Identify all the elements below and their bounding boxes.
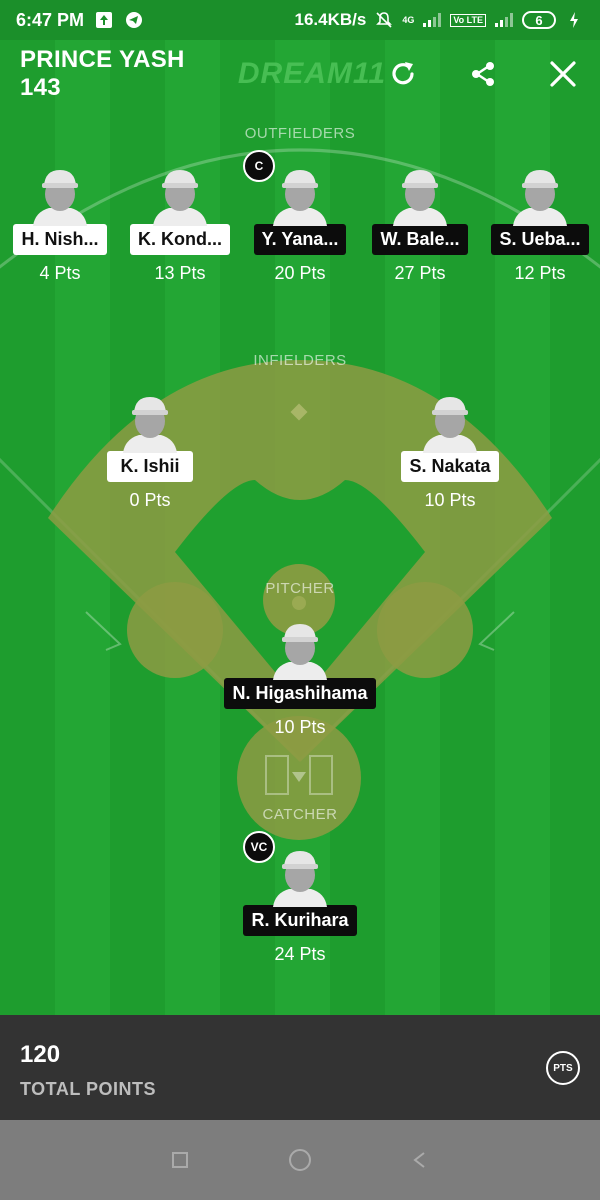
player-points: 4 Pts [39,263,81,283]
player-card[interactable]: R. Kurihara 24 Pts [240,845,360,965]
status-time: 6:47 PM [16,9,85,30]
points-footer: 120 TOTAL POINTS PTS [0,1015,600,1120]
player-name: S. Ueba... [491,224,589,255]
mute-bell-icon [374,10,394,30]
recents-icon [172,1152,188,1168]
player-name: R. Kurihara [243,905,357,936]
brand-logo: DREAM11 [237,57,386,90]
player-card[interactable]: S. Nakata 10 Pts [390,391,510,511]
player-card[interactable]: K. Ishii 0 Pts [90,391,210,511]
pitcher-label: PITCHER [265,580,335,597]
close-icon [550,61,576,87]
points-button[interactable]: PTS [546,1051,580,1085]
network-type: 4G [402,14,415,25]
player-name: H. Nish... [13,224,107,255]
player-name: K. Ishii [107,451,193,482]
player-name: K. Kond... [130,224,230,255]
player-points: 13 Pts [154,263,206,283]
status-bar: 6:47 PM 16.4KB/s 4G Vo LTE 6 [0,0,600,40]
volte-badge: Vo LTE [450,13,486,27]
player-points: 0 Pts [129,490,171,510]
total-points-label: TOTAL POINTS [20,1079,157,1099]
player-name: Y. Yana... [253,224,347,255]
network-speed: 16.4KB/s [294,10,367,29]
player-points: 20 Pts [274,263,326,283]
player-avatar [265,845,335,907]
player-avatar [385,164,455,226]
battery-icon: 6 [522,11,556,29]
player-avatar [505,164,575,226]
player-card[interactable]: Y. Yana... 20 Pts [240,164,360,284]
back-button[interactable] [407,1147,433,1173]
team-header: PRINCE YASH 143 DREAM11 [0,40,600,108]
vice-captain-badge: VC [243,831,275,863]
total-points-value: 120 [20,1041,61,1068]
player-name: S. Nakata [401,451,499,482]
back-icon [413,1152,425,1168]
refresh-icon [392,62,414,85]
team-name: PRINCE YASH 143 [20,46,185,101]
player-card[interactable]: N. Higashihama 10 Pts [200,618,400,738]
player-avatar [415,391,485,453]
system-nav-bar [0,1120,600,1200]
signal-icon [422,10,442,30]
home-button[interactable] [287,1147,313,1173]
recents-button[interactable] [167,1147,193,1173]
player-card[interactable]: W. Bale... 27 Pts [360,164,480,284]
captain-badge: C [243,150,275,182]
player-avatar [25,164,95,226]
player-card[interactable]: K. Kond... 13 Pts [120,164,240,284]
player-points: 12 Pts [514,263,566,283]
catcher-label: CATCHER [262,806,338,823]
player-avatar [115,391,185,453]
player-points: 10 Pts [424,490,476,510]
player-points: 27 Pts [394,263,446,283]
player-card[interactable]: H. Nish... 4 Pts [0,164,120,284]
outfielders-label: OUTFIELDERS [244,125,356,142]
player-avatar [265,618,335,680]
infielders-label: INFIELDERS [253,352,347,369]
player-points: 24 Pts [274,944,326,964]
signal-icon-2 [494,10,514,30]
share-icon [472,62,494,86]
player-avatar [145,164,215,226]
player-name: W. Bale... [372,224,468,255]
player-points: 10 Pts [274,717,326,737]
home-icon [289,1149,311,1171]
refresh-button[interactable] [386,57,420,91]
player-avatar [265,164,335,226]
telegram-icon [124,10,144,30]
close-button[interactable] [546,57,580,91]
charging-icon [564,10,584,30]
player-card[interactable]: S. Ueba... 12 Pts [480,164,600,284]
player-name: N. Higashihama [224,678,376,709]
share-button[interactable] [466,57,500,91]
upload-icon [94,10,114,30]
